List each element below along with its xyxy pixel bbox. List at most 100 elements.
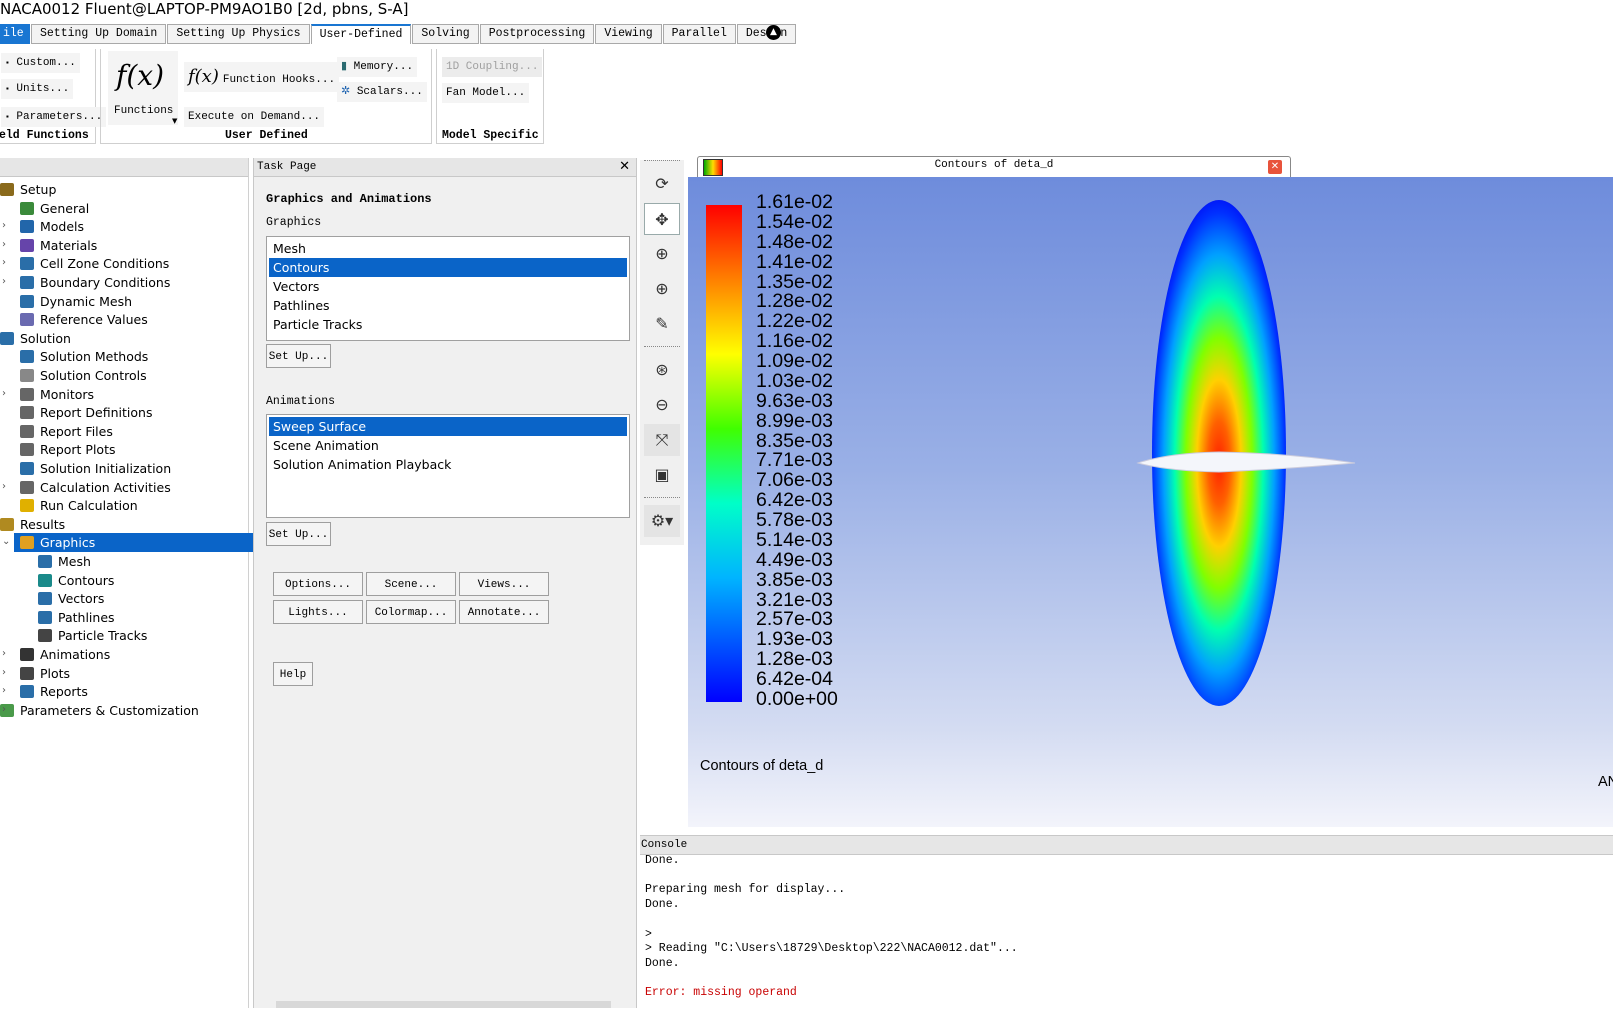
zoom-icon[interactable]: ⊕ [644,238,680,270]
tree-item-pathlines[interactable]: Pathlines [38,608,248,627]
tree-item-dynamic-mesh[interactable]: Dynamic Mesh [20,292,248,311]
function-hooks-button[interactable]: f(x) Function Hooks... [184,62,340,92]
expanded-caret-icon[interactable]: ⌄ [2,536,10,547]
tree-item-report-files[interactable]: Report Files [20,422,248,441]
user-defined-label: User Defined [225,129,308,142]
lights-button[interactable]: Lights... [273,600,363,624]
ribbon-tab-ile[interactable]: ile [0,24,30,44]
collapsed-caret-icon[interactable]: › [2,239,6,250]
console[interactable]: Console Done. Preparing mesh for display.… [640,835,1613,1009]
collapsed-caret-icon[interactable]: › [2,481,6,492]
tree-item-particle-tracks[interactable]: Particle Tracks [38,626,248,645]
scalars-button[interactable]: ✲ Scalars... [337,82,427,102]
ribbon-tab-postprocessing[interactable]: Postprocessing [479,24,595,44]
tree-item-run-calculation[interactable]: Run Calculation [20,496,248,515]
units-button[interactable]: ▪ Units... [1,79,74,99]
tree-item-solution[interactable]: Solution [0,329,248,348]
graphics-setup-button[interactable]: Set Up... [266,344,331,368]
tree-item-parameters-customization[interactable]: Parameters & Customization [0,701,248,720]
custom-button[interactable]: ▪ Custom... [1,53,80,73]
collapsed-caret-icon[interactable]: › [2,648,6,659]
axes-icon[interactable]: ⤧ [644,424,680,456]
console-line: Preparing mesh for display... [645,883,846,897]
animations-setup-button[interactable]: Set Up... [266,522,331,546]
scene-button[interactable]: Scene... [366,572,456,596]
zoom-out-icon[interactable]: ⊖ [644,389,680,421]
list-item[interactable]: Particle Tracks [269,315,627,334]
list-item[interactable]: Solution Animation Playback [269,455,627,474]
tree-item-report-plots[interactable]: Report Plots [20,440,248,459]
tree-item-graphics[interactable]: Graphics [14,533,254,553]
help-button[interactable]: Help [273,662,313,686]
rotate-icon[interactable]: ⟳ [644,168,680,200]
list-item[interactable]: Pathlines [269,296,627,315]
collapsed-caret-icon[interactable]: › [2,667,6,678]
collapsed-caret-icon[interactable]: › [2,685,6,696]
ribbon-tab-user-defined[interactable]: User-Defined [310,24,412,45]
collapse-ribbon-icon[interactable]: ▲ [766,25,781,40]
tree-item-boundary-conditions[interactable]: Boundary Conditions [20,273,248,292]
console-line: > Reading "C:\Users\18729\Desktop\222\NA… [645,942,1018,956]
functions-button[interactable]: f(x) Functions ▼ [108,51,178,125]
annotate-button[interactable]: Annotate... [459,600,549,624]
collapsed-caret-icon[interactable]: › [2,220,6,231]
close-icon[interactable]: ✕ [619,158,630,176]
close-graphics-icon[interactable]: ✕ [1268,160,1282,174]
tree-item-plots[interactable]: Plots [20,664,248,683]
collapsed-caret-icon[interactable]: › [2,388,6,399]
graphics-view[interactable]: 1.61e-02 1.54e-02 1.48e-02 1.41e-02 1.35e-02… [688,177,1613,827]
ribbon-tab-setting-up-domain[interactable]: Setting Up Domain [31,24,167,44]
tree-item-setup[interactable]: Setup [0,180,248,199]
options-button[interactable]: Options... [273,572,363,596]
tree-item-monitors[interactable]: Monitors [20,385,248,404]
tree-item-materials[interactable]: Materials [20,236,248,255]
tree-item-mesh[interactable]: Mesh [38,552,248,571]
ribbon-tab-setting-up-physics[interactable]: Setting Up Physics [167,24,310,44]
tree-item-label: Vectors [58,591,105,607]
parameters-button[interactable]: ▪ Parameters... [1,107,107,127]
console-header: Console [640,836,1613,855]
camera-icon[interactable]: ▣ [644,459,680,491]
dynamic-mesh-icon [20,294,34,308]
list-item[interactable]: Scene Animation [269,436,627,455]
list-item[interactable]: Contours [269,258,627,277]
tree-item-cell-zone-conditions[interactable]: Cell Zone Conditions [20,254,248,273]
logo-text: AN [1598,774,1613,790]
probe-icon[interactable]: ✎ [644,308,680,340]
list-item[interactable]: Mesh [269,239,627,258]
tree-item-contours[interactable]: Contours [38,571,248,590]
collapsed-caret-icon[interactable]: › [2,276,6,287]
list-item[interactable]: Sweep Surface [269,417,627,436]
ribbon-tab-parallel[interactable]: Parallel [662,24,736,44]
tree-item-solution-methods[interactable]: Solution Methods [20,347,248,366]
tree-item-solution-controls[interactable]: Solution Controls [20,366,248,385]
graphics-listbox[interactable]: Mesh Contours Vectors Pathlines Particle Tra… [266,236,630,341]
tree-item-animations[interactable]: Animations [20,645,248,664]
tree-item-calculation-activities[interactable]: Calculation Activities [20,478,248,497]
ribbon-tab-solving[interactable]: Solving [412,24,479,44]
view-options-icon[interactable]: ⚙▾ [644,505,680,537]
ribbon-tab-viewing[interactable]: Viewing [595,24,662,44]
fit-to-window-icon[interactable]: ⊛ [644,354,680,386]
tree-item-solution-initialization[interactable]: Solution Initialization [20,459,248,478]
tree-item-report-definitions[interactable]: Report Definitions [20,403,248,422]
colormap-button[interactable]: Colormap... [366,600,456,624]
list-item[interactable]: Vectors [269,277,627,296]
execute-on-demand-button[interactable]: Execute on Demand... [184,107,325,127]
fan-model-button[interactable]: Fan Model... [442,83,530,103]
views-button[interactable]: Views... [459,572,549,596]
pan-icon[interactable]: ✥ [644,203,680,235]
tree-item-vectors[interactable]: Vectors [38,589,248,608]
graphics-tab[interactable]: Contours of deta_d ✕ [697,156,1291,178]
task-scrollbar[interactable] [276,1001,611,1008]
collapsed-caret-icon[interactable]: › [2,257,6,268]
collapsed-caret-icon[interactable]: › [2,704,6,715]
tree-item-reports[interactable]: Reports [20,682,248,701]
animations-listbox[interactable]: Sweep Surface Scene Animation Solution Ani… [266,414,630,518]
tree-item-reference-values[interactable]: Reference Values [20,310,248,329]
memory-button[interactable]: ▮ Memory... [337,57,418,77]
zoom-in-icon[interactable]: ⊕ [644,273,680,305]
tree-item-models[interactable]: Models [20,217,248,236]
tree-item-general[interactable]: General [20,199,248,218]
tree-item-results[interactable]: Results [0,515,248,534]
